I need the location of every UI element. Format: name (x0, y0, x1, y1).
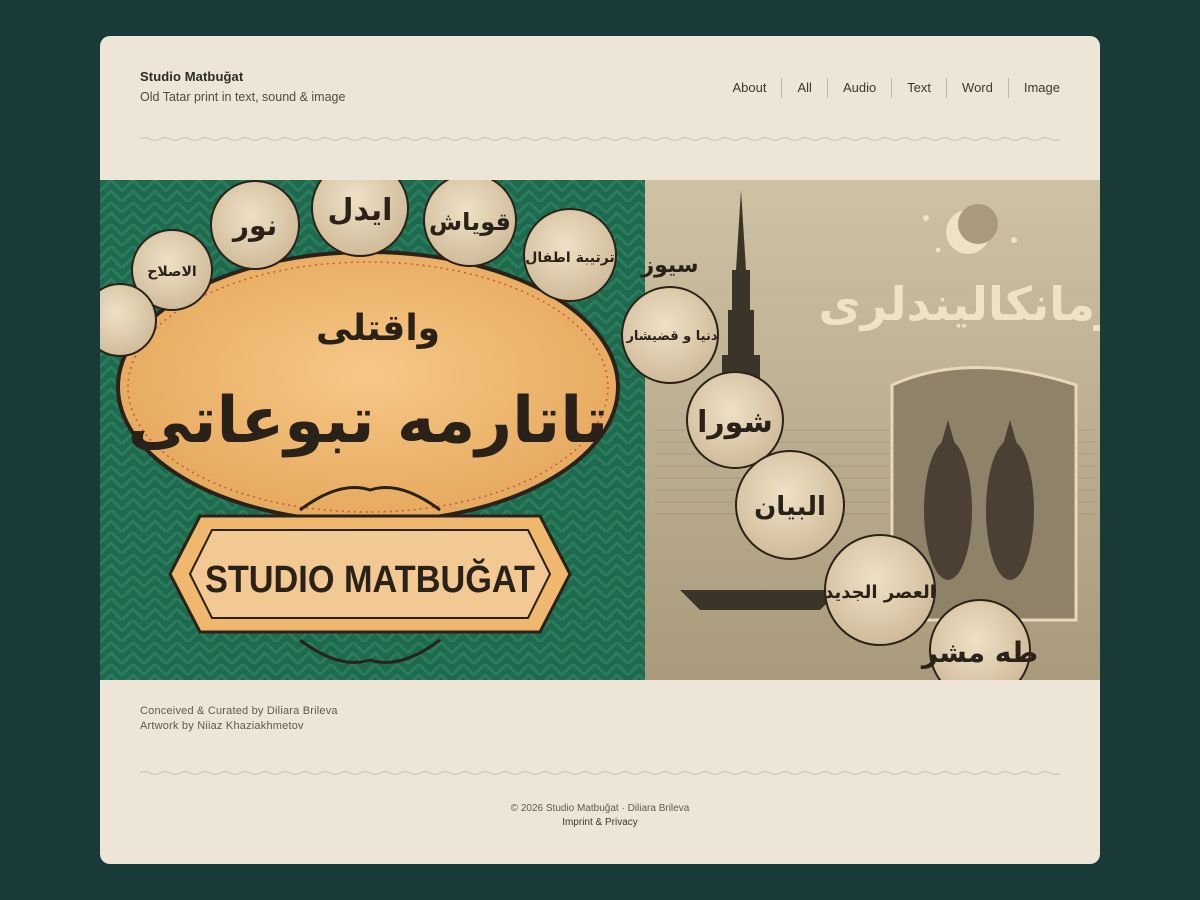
banner-text: STUDIO MATBUĞAT (205, 557, 535, 601)
medallion-label: دنیا و قضیشار (625, 329, 717, 344)
curator-credit: Conceived & Curated by Diliara Brileva (140, 705, 338, 717)
arabic-subtitle: واقتلی (316, 308, 440, 349)
imprint-link[interactable]: Imprint (562, 817, 593, 828)
medallion-label: ترتیبة اطفال (525, 250, 614, 266)
credits: Conceived & Curated by Diliara Brileva A… (140, 704, 338, 734)
nav-word[interactable]: Word (946, 78, 1008, 98)
main-nav: About All Audio Text Word Image (733, 78, 1060, 98)
nav-text[interactable]: Text (891, 78, 946, 98)
medallion-label: البیان (754, 492, 826, 522)
hero-illustration: واقتلی تاتارمه تبوعاتی STUDIO MATBUĞAT ز… (100, 180, 1100, 680)
wavy-divider-top (140, 136, 1060, 142)
hero-artwork: واقتلی تاتارمه تبوعاتی STUDIO MATBUĞAT ز… (100, 180, 1100, 680)
nav-audio[interactable]: Audio (826, 78, 891, 98)
arabic-right-title: زمانکالیندلری (819, 277, 1100, 331)
nav-about[interactable]: About (733, 78, 782, 98)
medallion-label: شورا (697, 405, 773, 440)
footer-links: Imprint & Privacy (100, 816, 1100, 830)
footer-ampersand: & (595, 817, 603, 828)
medallion-label: العصر الجدید (824, 582, 936, 603)
site-footer: © 2026 Studio Matbuğat · Diliara Brileva… (100, 802, 1100, 830)
site-brand[interactable]: Studio Matbuğat Old Tatar print in text,… (140, 69, 345, 104)
nav-image[interactable]: Image (1007, 78, 1060, 98)
medallion-label: الاصلاح (147, 264, 196, 280)
medallion-label: سیوز (640, 253, 698, 278)
site-subtitle: Old Tatar print in text, sound & image (140, 90, 346, 104)
medallion-label: نور (231, 209, 277, 242)
privacy-link[interactable]: Privacy (605, 817, 638, 828)
site-title[interactable]: Studio Matbuğat (140, 69, 345, 84)
artwork-credit: Artwork by Niiaz Khaziakhmetov (140, 720, 304, 732)
ship-engraving (680, 590, 840, 610)
arabic-title: تاتارمه تبوعاتی (128, 384, 609, 458)
medallion-label: ایدل (328, 193, 393, 228)
medallion-label: طه مشر (920, 636, 1038, 669)
main-card: Studio Matbuğat Old Tatar print in text,… (100, 36, 1100, 864)
medallion-label: قویاش (429, 208, 511, 236)
copyright-text: © 2026 Studio Matbuğat · Diliara Brileva (510, 803, 690, 814)
wavy-divider-bottom (140, 770, 1060, 776)
nav-all[interactable]: All (781, 78, 826, 98)
